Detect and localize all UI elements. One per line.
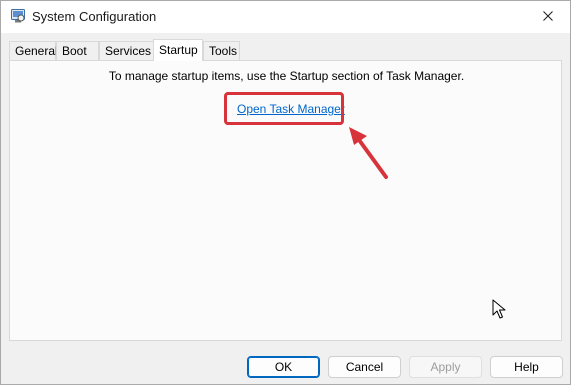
tab-tools[interactable]: Tools (203, 41, 240, 60)
startup-info-text: To manage startup items, use the Startup… (108, 69, 465, 83)
dialog-button-row: OK Cancel Apply Help (1, 356, 570, 380)
open-task-manager-link[interactable]: Open Task Manager (237, 102, 345, 116)
annotation-arrow-icon (340, 124, 400, 184)
ok-button[interactable]: OK (247, 356, 320, 378)
system-configuration-window: System Configuration General Boot Servic… (0, 0, 571, 385)
mouse-pointer-icon (492, 299, 506, 319)
window-title: System Configuration (32, 9, 157, 24)
help-button[interactable]: Help (490, 356, 563, 378)
tab-services[interactable]: Services (99, 41, 154, 60)
close-icon (543, 10, 553, 24)
apply-button[interactable]: Apply (409, 356, 482, 378)
tab-startup[interactable]: Startup (153, 39, 203, 61)
tab-general[interactable]: General (9, 41, 58, 60)
startup-tab-panel: To manage startup items, use the Startup… (9, 60, 562, 341)
title-bar: System Configuration (1, 1, 570, 33)
close-button[interactable] (526, 1, 570, 33)
cancel-button[interactable]: Cancel (328, 356, 401, 378)
msconfig-icon (11, 9, 25, 23)
tab-boot[interactable]: Boot (56, 41, 99, 60)
